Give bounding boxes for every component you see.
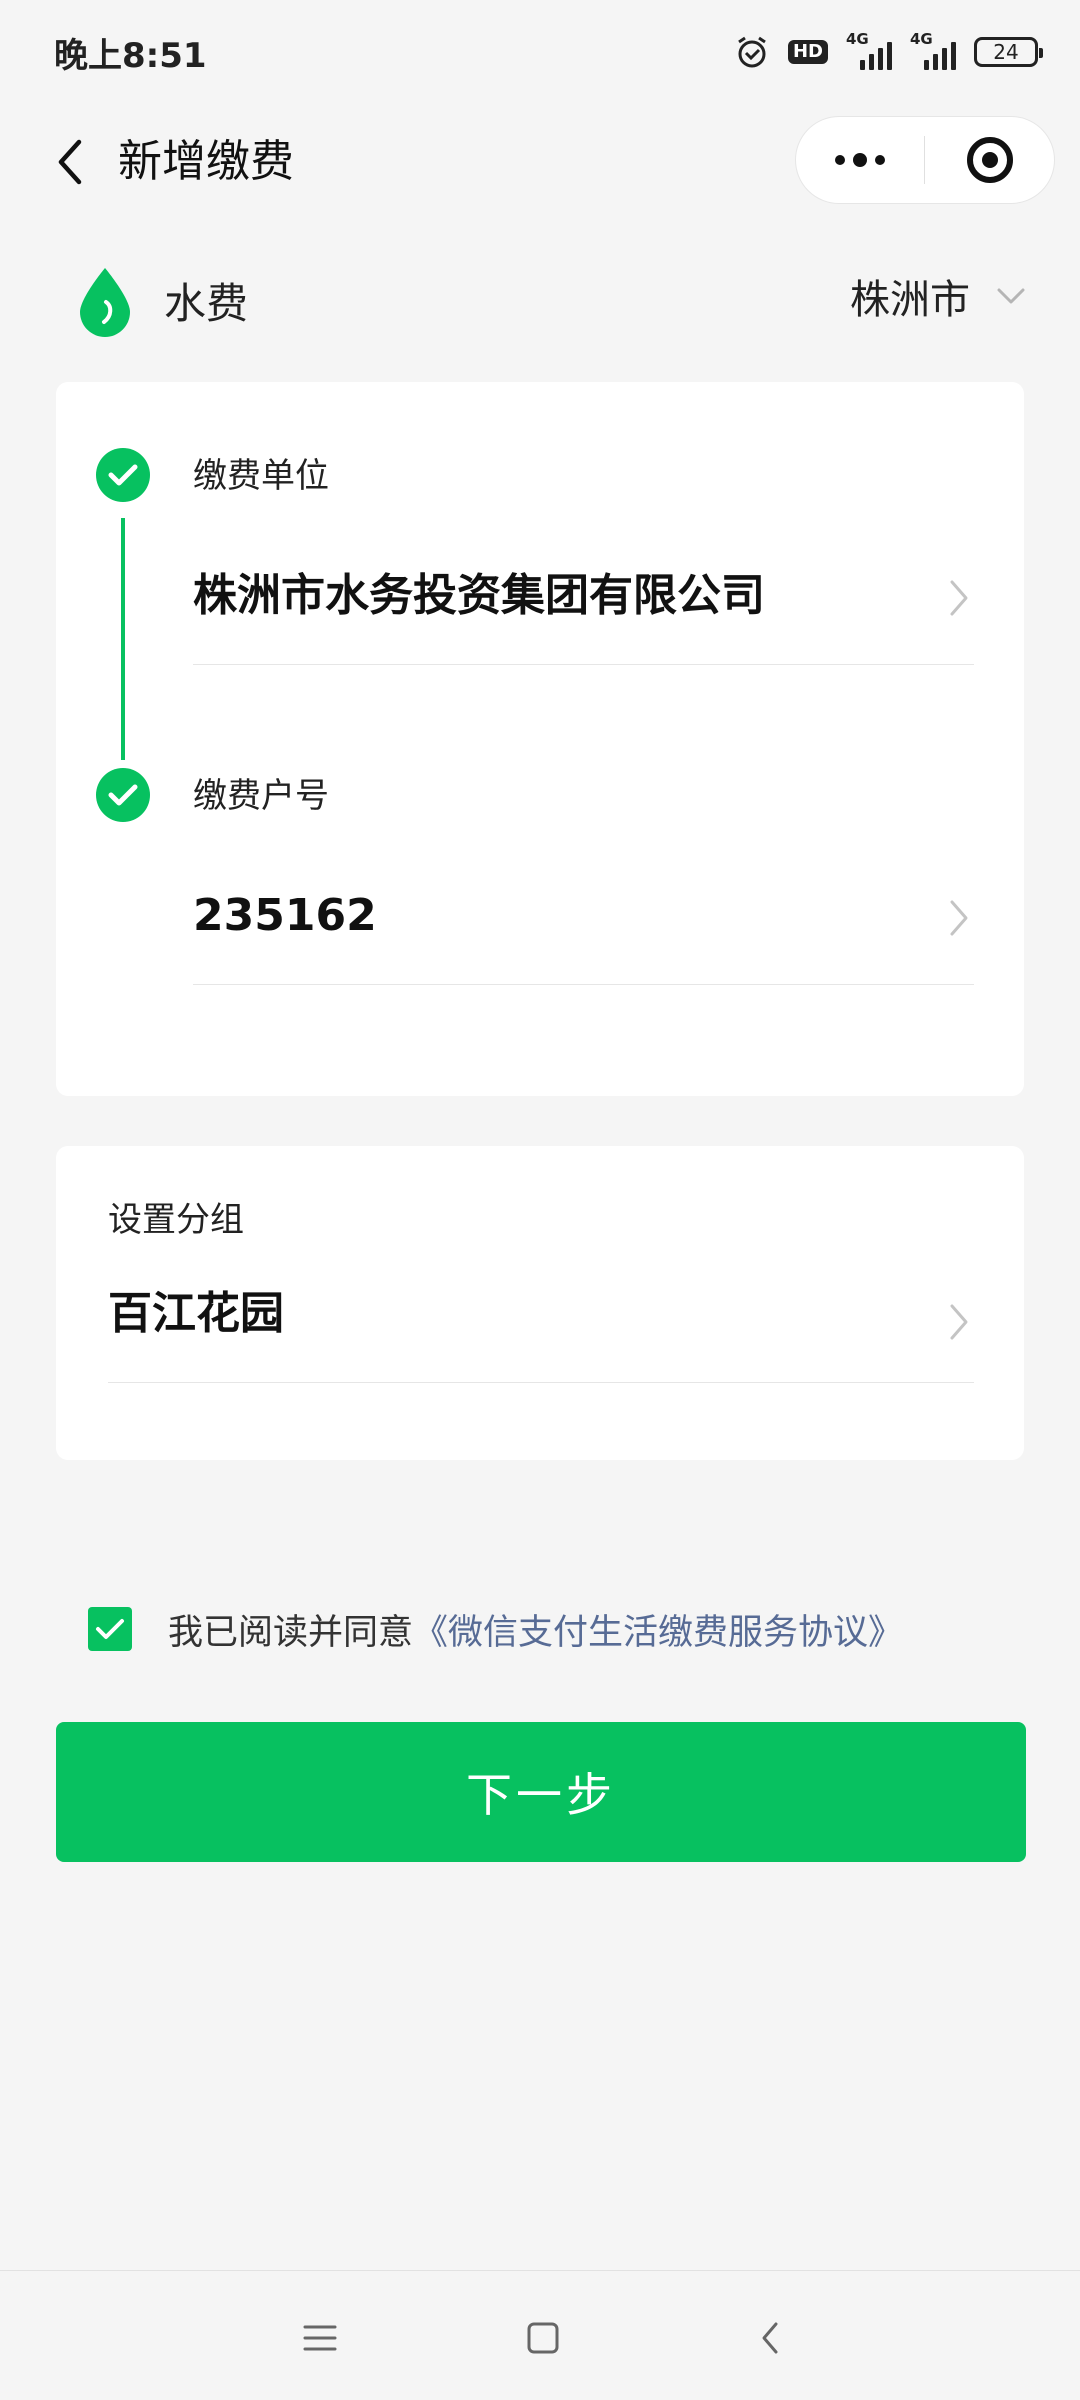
home-button[interactable] bbox=[503, 2303, 583, 2373]
group-label: 设置分组 bbox=[108, 1200, 244, 1240]
step-connector-line bbox=[121, 518, 125, 760]
agreement-text: 我已阅读并同意 bbox=[168, 1612, 414, 1653]
alarm-icon bbox=[734, 34, 770, 70]
network-type-label-2: 4G bbox=[910, 30, 933, 48]
system-nav-bar bbox=[0, 2270, 1080, 2400]
check-circle-icon bbox=[96, 448, 150, 502]
category-row: 水费 株洲市 bbox=[0, 250, 1080, 360]
check-circle-icon bbox=[96, 768, 150, 822]
water-drop-icon bbox=[80, 268, 130, 337]
agreement-row: 我已阅读并同意 《微信支付生活缴费服务协议》 bbox=[88, 1604, 903, 1654]
chevron-right-icon[interactable] bbox=[944, 576, 974, 620]
hd-badge: HD bbox=[787, 40, 828, 64]
battery-icon: 24 bbox=[974, 37, 1043, 67]
divider bbox=[108, 1382, 974, 1383]
page-title: 新增缴费 bbox=[118, 136, 294, 187]
miniprogram-capsule bbox=[795, 116, 1055, 204]
back-triangle-icon bbox=[762, 2322, 778, 2354]
more-dots-icon bbox=[835, 155, 845, 165]
status-time: 晚上8:51 bbox=[54, 35, 207, 76]
chevron-left-icon bbox=[58, 139, 82, 185]
city-label: 株洲市 bbox=[850, 277, 970, 323]
chevron-right-icon[interactable] bbox=[944, 896, 974, 940]
group-card: 设置分组 百江花园 bbox=[56, 1146, 1024, 1460]
payment-info-card: 缴费单位 株洲市水务投资集团有限公司 缴费户号 235162 bbox=[56, 382, 1024, 1096]
account-number-value[interactable]: 235162 bbox=[193, 886, 377, 946]
menu-button[interactable] bbox=[280, 2303, 360, 2373]
signal-icon: 4G bbox=[846, 30, 892, 70]
agreement-checkbox[interactable] bbox=[88, 1607, 132, 1651]
divider bbox=[193, 984, 974, 985]
next-button[interactable]: 下一步 bbox=[56, 1722, 1026, 1862]
more-dot-right bbox=[875, 155, 885, 165]
menu-icon bbox=[303, 2325, 337, 2351]
agreement-link[interactable]: 《微信支付生活缴费服务协议》 bbox=[413, 1604, 903, 1655]
chevron-right-icon[interactable] bbox=[944, 1300, 974, 1344]
close-miniprogram-button[interactable] bbox=[925, 117, 1054, 203]
nav-header: 新增缴费 bbox=[0, 110, 1080, 214]
battery-level: 24 bbox=[993, 40, 1019, 64]
home-square-icon bbox=[527, 2322, 559, 2354]
group-value[interactable]: 百江花园 bbox=[108, 1284, 284, 1344]
target-icon bbox=[966, 137, 1013, 183]
more-dot-center bbox=[853, 153, 867, 167]
back-button[interactable] bbox=[40, 132, 100, 192]
network-type-label: 4G bbox=[846, 30, 869, 48]
status-bar: 晚上8:51 HD 4G 4G 24 bbox=[0, 0, 1080, 104]
check-icon bbox=[96, 1619, 124, 1639]
divider bbox=[193, 664, 974, 665]
step-label-account: 缴费户号 bbox=[193, 776, 329, 816]
chevron-down-icon bbox=[997, 288, 1025, 304]
step-label-unit: 缴费单位 bbox=[193, 456, 329, 496]
signal-icon-2: 4G bbox=[910, 30, 956, 70]
more-button[interactable] bbox=[796, 117, 924, 203]
status-icons: HD 4G 4G 24 bbox=[734, 30, 1043, 70]
category-label: 水费 bbox=[164, 279, 249, 328]
system-back-button[interactable] bbox=[730, 2303, 810, 2373]
payment-unit-value[interactable]: 株洲市水务投资集团有限公司 bbox=[193, 566, 765, 626]
city-selector[interactable]: 株洲市 bbox=[850, 266, 1026, 326]
